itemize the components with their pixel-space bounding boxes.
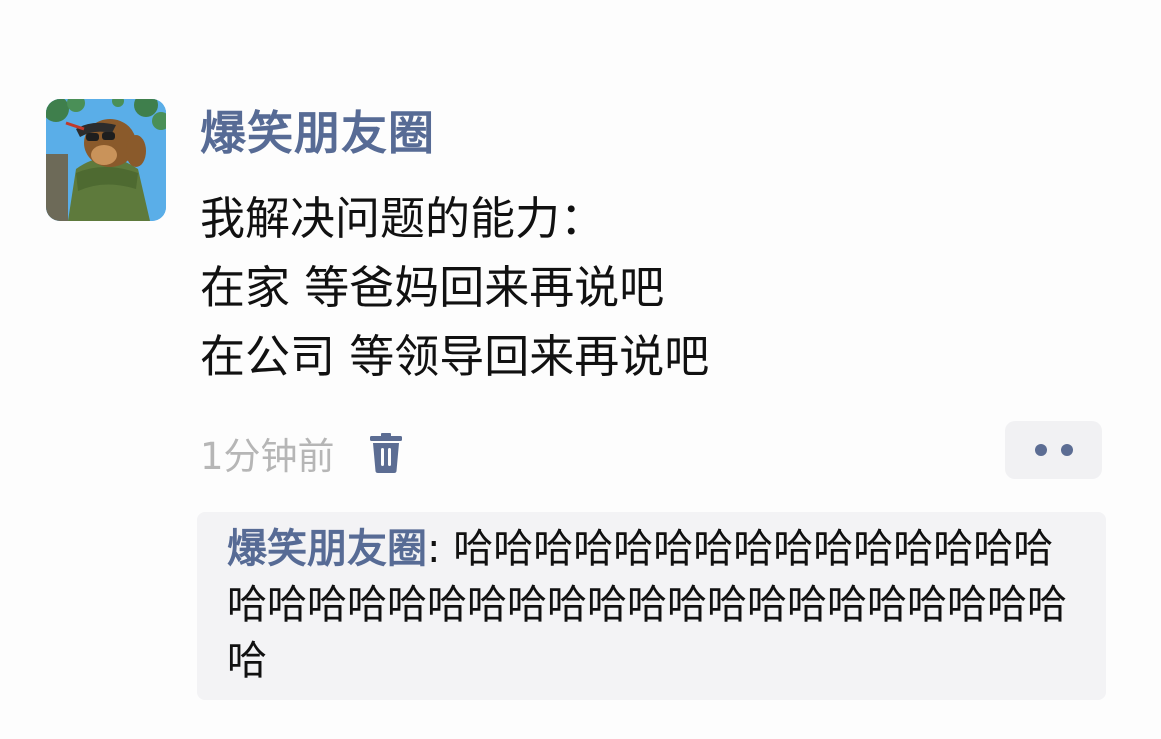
more-dots-icon <box>1034 444 1047 456</box>
comment-author[interactable]: 爆笑朋友圈 <box>227 526 427 572</box>
post-author-name[interactable]: 爆笑朋友圈 <box>200 103 435 163</box>
more-button[interactable] <box>1005 421 1102 479</box>
comment-item[interactable]: 爆笑朋友圈: 哈哈哈哈哈哈哈哈哈哈哈哈哈哈哈哈哈哈哈哈哈哈哈哈哈哈哈哈哈哈哈哈哈… <box>227 521 1087 689</box>
trash-icon <box>369 433 402 473</box>
cartoon-bear-avatar-icon <box>46 99 166 221</box>
delete-button[interactable] <box>365 429 407 477</box>
post-content: 我解决问题的能力： 在家 等爸妈回来再说吧 在公司 等领导回来再说吧 <box>200 184 709 391</box>
comment-separator: : <box>427 526 454 572</box>
post-timestamp: 1分钟前 <box>200 435 335 478</box>
post-meta: 1分钟前 <box>200 425 407 481</box>
avatar[interactable] <box>46 99 166 221</box>
more-dots-icon <box>1060 444 1073 456</box>
post-content-line: 在公司 等领导回来再说吧 <box>200 330 710 383</box>
post-content-line: 在家 等爸妈回来再说吧 <box>200 261 665 314</box>
comment-section: 爆笑朋友圈: 哈哈哈哈哈哈哈哈哈哈哈哈哈哈哈哈哈哈哈哈哈哈哈哈哈哈哈哈哈哈哈哈哈… <box>197 512 1106 700</box>
post-content-line: 我解决问题的能力： <box>200 192 606 245</box>
